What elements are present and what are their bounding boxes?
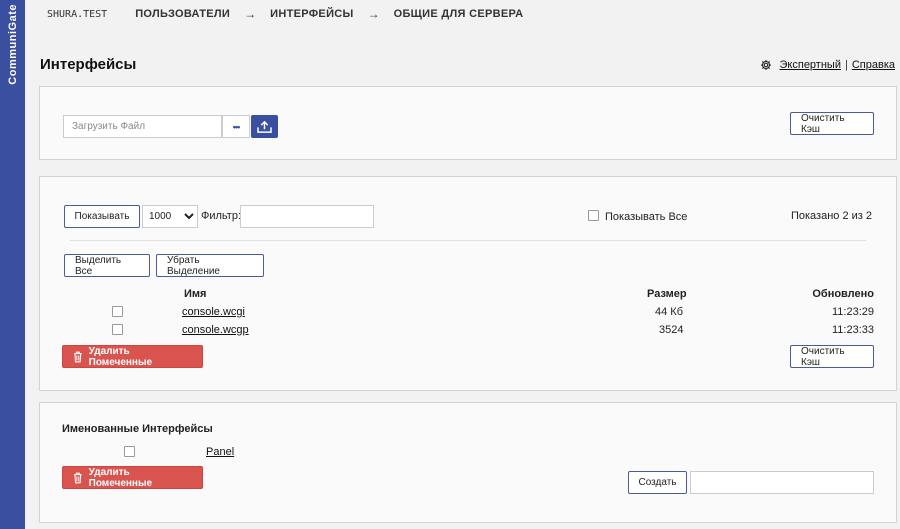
upload-panel: ••• Очистить Кэш	[39, 86, 897, 160]
file-updated: 11:23:33	[831, 324, 874, 336]
delete-marked-label: Удалить Помеченные	[88, 466, 153, 489]
filter-input[interactable]	[240, 205, 374, 228]
file-link[interactable]: console.wcgi	[182, 306, 245, 318]
page-size-select[interactable]: 1000	[142, 205, 198, 228]
top-links: Экспертный | Справка	[760, 59, 895, 71]
clear-cache-label: Очистить Кэш	[801, 112, 845, 135]
link-separator: |	[844, 59, 848, 71]
row-checkbox[interactable]	[112, 324, 123, 335]
gear-icon[interactable]	[760, 59, 772, 71]
show-all-label: Показывать Все	[605, 211, 688, 223]
upload-button[interactable]	[251, 115, 278, 138]
domain-name: SHURA.TEST	[47, 8, 108, 20]
file-size: 44 Кб	[655, 306, 683, 318]
upload-file-input[interactable]	[63, 115, 222, 138]
show-all-checkbox[interactable]	[588, 210, 599, 221]
column-header-size: Размер	[647, 288, 687, 300]
breadcrumb-arrow-icon: →	[367, 7, 380, 21]
clear-cache-button[interactable]: Очистить Кэш	[790, 345, 874, 368]
create-label: Создать	[638, 477, 677, 488]
select-all-button[interactable]: Выделить Все	[64, 254, 150, 277]
breadcrumb-server-wide: ОБЩИЕ ДЛЯ СЕРВЕРА	[393, 8, 524, 20]
named-interfaces-title: Именованные Интерфейсы	[62, 423, 213, 435]
upload-icon	[257, 120, 272, 133]
top-bar: SHURA.TEST ПОЛЬЗОВАТЕЛИ → ИНТЕРФЕЙСЫ → О…	[25, 0, 900, 28]
help-link[interactable]: Справка	[852, 59, 895, 71]
page-title: Интерфейсы	[40, 56, 137, 73]
expert-link[interactable]: Экспертный	[780, 59, 841, 71]
filter-label: Фильтр:	[201, 210, 242, 222]
trash-icon	[73, 351, 82, 362]
breadcrumb-arrow-icon: →	[244, 7, 257, 21]
file-updated: 11:23:29	[831, 306, 874, 318]
shown-count: Показано 2 из 2	[790, 210, 872, 222]
create-button[interactable]: Создать	[628, 471, 687, 494]
select-all-label: Выделить Все	[75, 254, 122, 277]
divider	[70, 240, 866, 241]
trash-icon	[73, 472, 82, 483]
clear-cache-button[interactable]: Очистить Кэш	[790, 112, 874, 135]
interface-link[interactable]: Panel	[206, 446, 234, 458]
sidebar: CommuniGate	[0, 0, 25, 529]
show-button[interactable]: Показывать	[64, 205, 140, 228]
more-dots-icon: •••	[232, 121, 241, 132]
row-checkbox[interactable]	[112, 306, 123, 317]
file-size: 3524	[659, 324, 684, 336]
brand-logo[interactable]: CommuniGate	[0, 0, 25, 110]
column-header-updated: Обновлено	[812, 288, 874, 300]
breadcrumb-interfaces[interactable]: ИНТЕРФЕЙСЫ	[270, 8, 353, 20]
deselect-label: Убрать Выделение	[167, 254, 220, 277]
files-panel: Показывать 1000 Фильтр: Показывать Все П…	[39, 176, 897, 391]
clear-cache-label: Очистить Кэш	[801, 345, 845, 368]
deselect-button[interactable]: Убрать Выделение	[156, 254, 264, 277]
show-button-label: Показывать	[74, 211, 130, 222]
delete-marked-button[interactable]: Удалить Помеченные	[62, 345, 203, 368]
column-header-name: Имя	[184, 288, 207, 300]
interface-checkbox[interactable]	[124, 446, 135, 457]
named-interfaces-panel: Именованные Интерфейсы Panel Удалить Пом…	[39, 402, 897, 523]
brand-name: CommuniGate	[6, 4, 19, 85]
delete-marked-label: Удалить Помеченные	[88, 345, 153, 368]
new-interface-name-input[interactable]	[690, 471, 874, 494]
browse-button[interactable]: •••	[222, 115, 250, 138]
file-link[interactable]: console.wcgp	[182, 324, 249, 336]
breadcrumb-users[interactable]: ПОЛЬЗОВАТЕЛИ	[135, 8, 230, 20]
delete-marked-button[interactable]: Удалить Помеченные	[62, 466, 203, 489]
